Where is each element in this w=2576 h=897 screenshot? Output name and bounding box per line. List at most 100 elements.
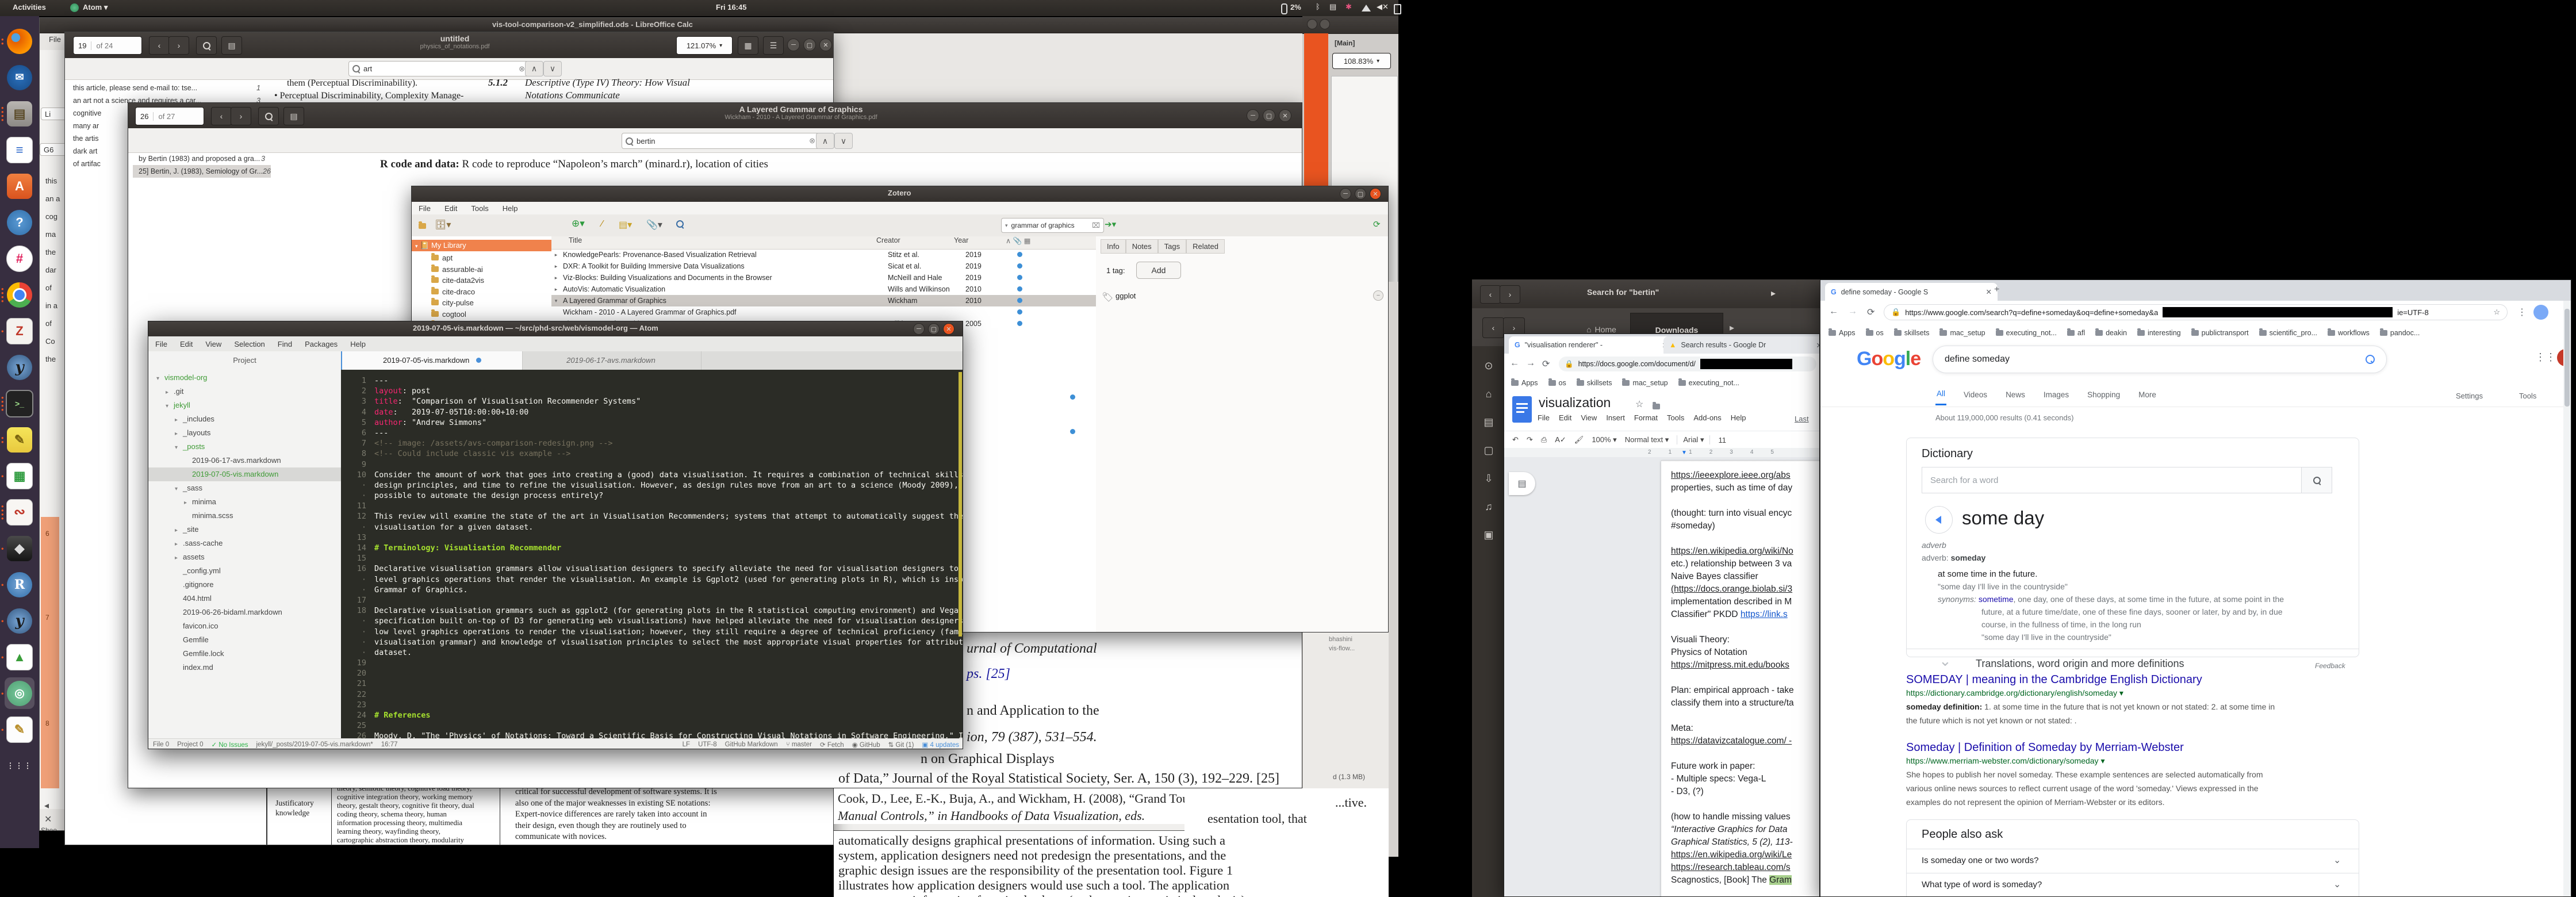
- tree-item[interactable]: ▸.sass-cache: [148, 536, 341, 550]
- close-tab-icon[interactable]: ✕: [1986, 288, 1992, 296]
- word-search-button[interactable]: [2301, 467, 2332, 493]
- back-button[interactable]: ‹: [1480, 285, 1501, 304]
- dock-item[interactable]: y: [0, 349, 39, 385]
- find-prev-button[interactable]: ∧: [525, 61, 543, 76]
- chevron-down-icon[interactable]: ⌄: [2333, 879, 2341, 890]
- twisty[interactable]: ▾: [175, 482, 183, 496]
- dock-item[interactable]: • Z: [0, 313, 39, 349]
- twisty[interactable]: ▸: [175, 427, 183, 441]
- star-icon[interactable]: ☆: [1635, 398, 1643, 410]
- add-tag-button[interactable]: Add: [1136, 262, 1181, 279]
- sidebar-place-icon[interactable]: ♫: [1485, 501, 1493, 513]
- sort-icon[interactable]: ∧ 📎 ▦: [1006, 236, 1030, 249]
- close-button[interactable]: ✕: [1370, 188, 1381, 200]
- menu-item[interactable]: Selection: [234, 340, 264, 348]
- result-url[interactable]: https://dictionary.cambridge.org/diction…: [1906, 688, 2123, 698]
- dock-item[interactable]: ••: [0, 23, 39, 59]
- tag-label[interactable]: ggplot: [1116, 292, 1136, 300]
- clock[interactable]: Fri 16:45: [716, 3, 746, 12]
- activities-button[interactable]: Activities: [13, 3, 46, 12]
- twisty[interactable]: ▸: [175, 413, 183, 427]
- twisty[interactable]: ▸: [175, 524, 183, 538]
- bookmark-item[interactable]: executing_not...: [1678, 379, 1739, 387]
- sync-icon[interactable]: ⟳: [1373, 219, 1381, 229]
- collection-item[interactable]: city-pulse: [412, 297, 551, 309]
- new-collection-icon[interactable]: [419, 223, 426, 229]
- search-filter-tab[interactable]: Images: [2042, 389, 2070, 405]
- tree-item[interactable]: ▾vismodel-org: [148, 371, 341, 385]
- sidebar-place-icon[interactable]: ▤: [1483, 416, 1493, 428]
- result-title[interactable]: SOMEDAY | meaning in the Cambridge Engli…: [1906, 673, 2202, 687]
- last-edit-link[interactable]: Last: [1795, 415, 1809, 423]
- tree-item[interactable]: Gemfile: [148, 633, 341, 647]
- status-issues[interactable]: ✓ No Issues: [212, 741, 248, 749]
- search-filter-tab[interactable]: Shopping: [2086, 389, 2121, 405]
- status-project[interactable]: Project 0: [177, 741, 203, 748]
- next-page-button[interactable]: ›: [231, 107, 251, 125]
- tree-item[interactable]: Gemfile.lock: [148, 647, 341, 661]
- zotero-item-row[interactable]: ▾ A Layered Grammar of Graphics Wickham …: [551, 295, 1096, 306]
- expand-icon[interactable]: ▸: [1771, 288, 1776, 299]
- new-note-icon[interactable]: ▤▾: [619, 219, 632, 231]
- status-path[interactable]: jekyll/_posts/2019-07-05-vis.markdown*: [256, 741, 373, 748]
- calc-font-box-fragment[interactable]: Li: [41, 108, 66, 120]
- zotero-item-row[interactable]: ▸ KnowledgePearls: Provenance-Based Visu…: [551, 249, 1096, 260]
- indent-marker[interactable]: ▼: [1681, 450, 1687, 456]
- attachment-icon[interactable]: 📎▾: [646, 219, 662, 231]
- sheet-close-icon[interactable]: ✕: [44, 814, 52, 825]
- maximize-button[interactable]: ▢: [1263, 109, 1275, 122]
- tree-item[interactable]: 404.html: [148, 592, 341, 605]
- paa-question[interactable]: Is someday one or two words?: [1922, 856, 2038, 865]
- sidebar-place-icon[interactable]: ▣: [1483, 529, 1493, 541]
- settings-link[interactable]: Settings: [2456, 392, 2483, 400]
- tree-item[interactable]: ▾_posts: [148, 440, 341, 454]
- dock-item[interactable]: ⋮⋮⋮: [0, 747, 39, 784]
- zoom-level-fragment[interactable]: 108.83%▾: [1332, 53, 1391, 69]
- bookmark-item[interactable]: scientific_pro...: [2259, 329, 2317, 337]
- expand-chevron-icon[interactable]: ⌄: [1939, 652, 1952, 670]
- volume-muted-icon[interactable]: ◀✕: [1377, 2, 1389, 12]
- bookmark-item[interactable]: deakin: [2095, 329, 2127, 337]
- docs-ruler[interactable]: 2112345 ▼: [1504, 448, 1819, 458]
- prev-page-button[interactable]: ‹: [149, 36, 170, 55]
- tree-item[interactable]: favicon.ico: [148, 619, 341, 633]
- undo-icon[interactable]: ↶: [1512, 435, 1519, 444]
- bookmark-item[interactable]: os: [1866, 329, 1884, 337]
- docs-menu-item[interactable]: Insert: [1606, 413, 1625, 422]
- twisty[interactable]: ▸: [551, 283, 561, 295]
- calc-selected-rows[interactable]: 6 7 8: [41, 517, 59, 788]
- search-filter-tab[interactable]: News: [2004, 389, 2026, 405]
- font-select[interactable]: Arial ▾: [1677, 435, 1710, 444]
- collection-item[interactable]: assurable-ai: [412, 264, 551, 275]
- reload-icon[interactable]: ⟳: [1867, 306, 1874, 318]
- sheet-nav-icon[interactable]: ◂: [44, 800, 49, 811]
- docs-menu-item[interactable]: Format: [1634, 413, 1658, 422]
- docs-menu-item[interactable]: Add-ons: [1693, 413, 1721, 422]
- chevron-down-icon[interactable]: ⌄: [2333, 854, 2341, 866]
- print-icon[interactable]: ⎙: [1541, 435, 1547, 444]
- bookmark-item[interactable]: workflows: [2328, 329, 2370, 337]
- close-button[interactable]: ✕: [1279, 109, 1291, 122]
- browser-tab[interactable]: G "visualisation renderer" - ✕: [1509, 336, 1674, 354]
- browser-tab[interactable]: G define someday - Google S ✕: [1825, 283, 1998, 301]
- tools-link[interactable]: Tools: [2519, 392, 2536, 400]
- battery-icon[interactable]: [1394, 4, 1401, 14]
- minimize-button[interactable]: ─: [1340, 188, 1351, 200]
- new-tab-icon[interactable]: +: [1994, 285, 1999, 295]
- tree-item[interactable]: 2019-07-05-vis.markdown: [148, 467, 341, 481]
- browser-menu-icon[interactable]: ⋮: [2517, 306, 2527, 318]
- scrollbar-marker[interactable]: [959, 372, 962, 637]
- omnibox[interactable]: 🔒 https://www.google.com/search?q=define…: [1884, 304, 2508, 320]
- profile-avatar[interactable]: [2533, 305, 2548, 320]
- maximize-button[interactable]: ▢: [803, 39, 816, 51]
- collection-item[interactable]: apt: [412, 252, 551, 264]
- status-eol[interactable]: LF: [683, 741, 690, 748]
- editor[interactable]: 1--- 2layout: post 3title: "Comparison o…: [341, 370, 963, 738]
- forward-icon[interactable]: →: [1526, 358, 1535, 369]
- docs-menu-item[interactable]: Tools: [1667, 413, 1684, 422]
- tree-item[interactable]: minima.scss: [148, 509, 341, 523]
- clear-search-icon[interactable]: ⌧: [1092, 221, 1100, 229]
- tab-preview[interactable]: 2019-06-17-avs.markdown: [521, 351, 702, 370]
- dock-item[interactable]: •• ✎: [0, 421, 39, 458]
- twisty[interactable]: ▸: [175, 538, 183, 551]
